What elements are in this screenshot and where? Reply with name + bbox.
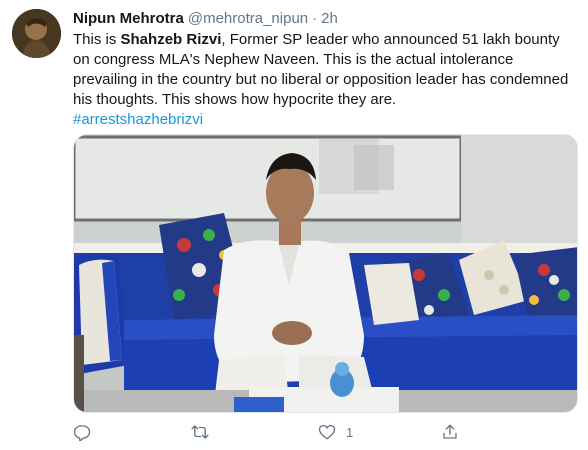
tweet-header: Nipun Mehrotra @mehrotra_nipun · 2h (73, 9, 338, 29)
hashtag-link[interactable]: #arrestshazhebrizvi (73, 111, 203, 128)
mentioned-name: Shahzeb Rizvi (120, 31, 222, 48)
tweet-actions: 1 (73, 418, 513, 446)
tweet-timestamp[interactable]: 2h (321, 10, 338, 27)
avatar-image (12, 9, 61, 58)
tweet-media-video[interactable] (73, 134, 578, 413)
tweet-text: This is Shahzeb Rizvi, Former SP leader … (73, 30, 578, 130)
tweet-card[interactable]: Nipun Mehrotra @mehrotra_nipun · 2h This is… (0, 0, 588, 450)
reply-button[interactable] (73, 418, 101, 446)
retweet-icon (191, 423, 209, 441)
video-frame (74, 135, 577, 412)
reply-icon (73, 423, 91, 441)
author-display-name[interactable]: Nipun Mehrotra (73, 10, 184, 27)
author-handle[interactable]: @mehrotra_nipun (188, 10, 308, 27)
like-button[interactable]: 1 (318, 418, 353, 446)
share-icon (441, 423, 459, 441)
heart-icon (318, 423, 336, 441)
avatar[interactable] (12, 9, 61, 58)
share-button[interactable] (441, 418, 459, 446)
like-count: 1 (346, 424, 354, 440)
tweet-text-part1: This is (73, 31, 121, 48)
retweet-button[interactable] (191, 418, 219, 446)
separator-dot: · (312, 10, 318, 27)
